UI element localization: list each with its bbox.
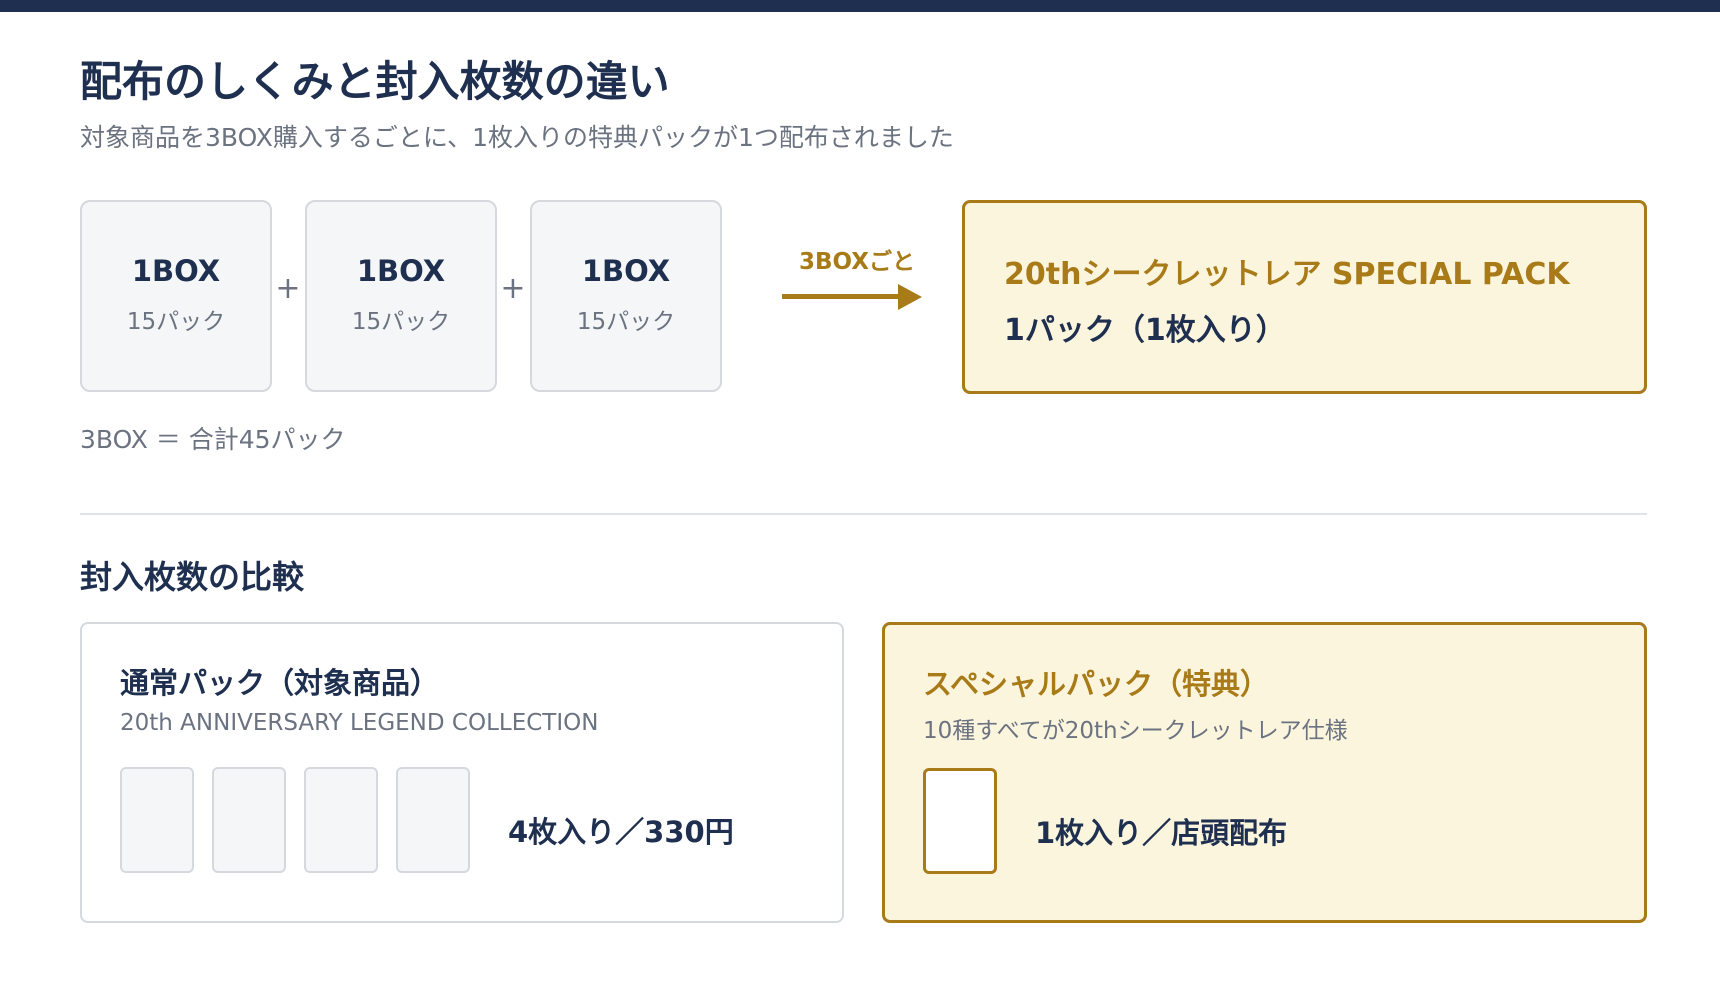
normal-pack-title: 通常パック（対象商品） — [120, 666, 440, 700]
special-pack-count: 1枚入り／店頭配布 — [1035, 816, 1288, 850]
card-slot — [923, 768, 997, 874]
page-subtitle: 対象商品を3BOX購入するごとに、1枚入りの特典パックが1つ配布されました — [80, 123, 954, 152]
special-pack-subtitle: 1パック（1枚入り） — [1004, 313, 1286, 348]
arrow-right-icon — [782, 294, 900, 299]
box-pack-count: 15パック — [126, 309, 226, 335]
normal-pack-card: 通常パック（対象商品） 20th ANNIVERSARY LEGEND COLL… — [80, 622, 844, 923]
top-bar — [0, 0, 1720, 12]
arrow-head-icon — [898, 284, 922, 310]
box-total-text: 3BOX ＝ 合計45パック — [80, 425, 346, 454]
comparison-heading: 封入枚数の比較 — [80, 558, 305, 596]
normal-pack-count: 4枚入り／330円 — [508, 815, 734, 849]
box-label: 1BOX — [356, 254, 446, 288]
box-pack-count: 15パック — [351, 309, 451, 335]
box-label: 1BOX — [131, 254, 221, 288]
normal-pack-subtitle: 20th ANNIVERSARY LEGEND COLLECTION — [120, 710, 599, 736]
box-card-3: 1BOX 15パック — [530, 200, 722, 392]
box-card-1: 1BOX 15パック — [80, 200, 272, 392]
box-label: 1BOX — [581, 254, 671, 288]
box-pack-count: 15パック — [576, 309, 676, 335]
arrow-label: 3BOXごと — [799, 249, 915, 275]
plus-icon: + — [500, 271, 526, 306]
section-divider — [80, 513, 1647, 515]
card-slot — [396, 767, 470, 873]
special-pack-card-title: スペシャルパック（特典） — [923, 667, 1269, 701]
card-slot — [120, 767, 194, 873]
special-pack-title: 20thシークレットレア SPECIAL PACK — [1004, 257, 1570, 292]
special-pack-card-subtitle: 10種すべてが20thシークレットレア仕様 — [923, 718, 1348, 744]
special-pack-box: 20thシークレットレア SPECIAL PACK 1パック（1枚入り） — [962, 200, 1647, 394]
page-title: 配布のしくみと封入枚数の違い — [80, 57, 670, 106]
card-slot — [304, 767, 378, 873]
special-pack-card: スペシャルパック（特典） 10種すべてが20thシークレットレア仕様 1枚入り／… — [882, 622, 1647, 923]
box-card-2: 1BOX 15パック — [305, 200, 497, 392]
card-slot — [212, 767, 286, 873]
plus-icon: + — [275, 271, 301, 306]
